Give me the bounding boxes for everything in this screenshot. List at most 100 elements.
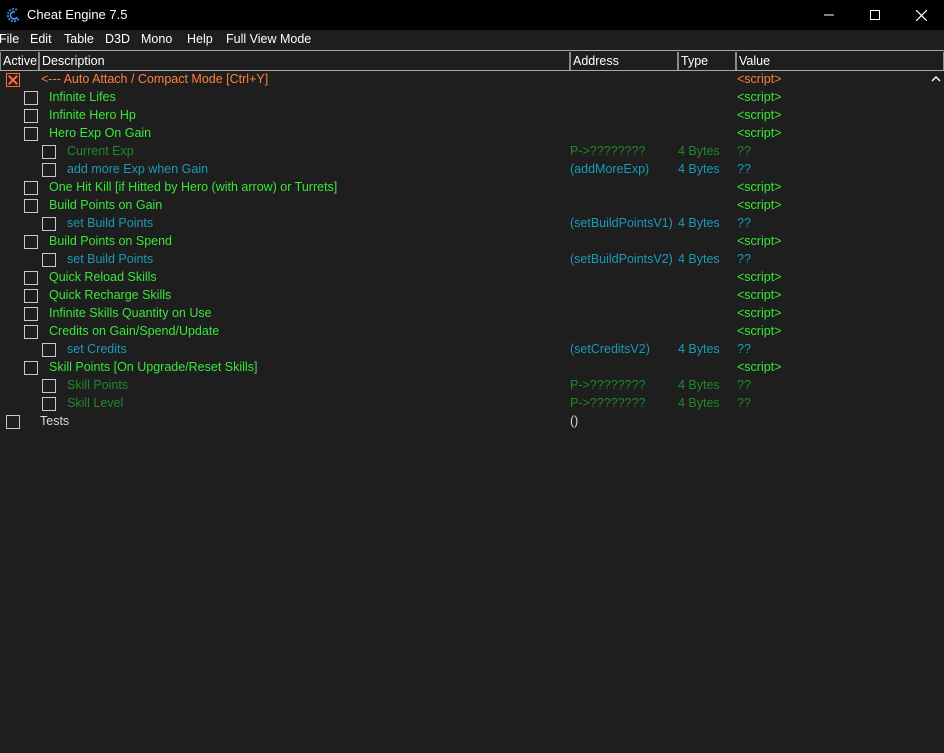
menu-help[interactable]: Help <box>187 30 213 51</box>
table-row[interactable]: Tests () <box>0 413 930 431</box>
active-checkbox[interactable] <box>42 217 56 231</box>
entry-value: <script> <box>737 72 782 86</box>
active-checkbox[interactable] <box>42 145 56 159</box>
entry-description: Quick Reload Skills <box>49 270 157 284</box>
cheat-table: <--- Auto Attach / Compact Mode [Ctrl+Y]… <box>0 71 930 431</box>
active-checkbox[interactable] <box>24 271 38 285</box>
menu-separator <box>0 50 944 51</box>
menu-mono[interactable]: Mono <box>141 30 172 51</box>
entry-value: ?? <box>737 342 751 356</box>
column-header-active[interactable]: Active <box>0 52 39 70</box>
menu-table[interactable]: Table <box>64 30 94 51</box>
entry-value: <script> <box>737 108 782 122</box>
minimize-icon <box>824 14 834 16</box>
scroll-up-chevron-icon[interactable] <box>930 72 942 86</box>
active-checkbox[interactable] <box>42 163 56 177</box>
minimize-button[interactable] <box>806 0 852 30</box>
entry-value: <script> <box>737 126 782 140</box>
entry-type: 4 Bytes <box>678 396 720 410</box>
entry-address: (setBuildPointsV1) <box>570 216 673 230</box>
menu-file[interactable]: File <box>0 30 19 51</box>
menu-edit[interactable]: Edit <box>30 30 52 51</box>
menu-d3d[interactable]: D3D <box>105 30 130 51</box>
entry-description: set Build Points <box>67 252 154 266</box>
active-checkbox[interactable] <box>24 127 38 141</box>
entry-address: P->???????? <box>570 144 646 158</box>
active-checkbox[interactable] <box>42 343 56 357</box>
entry-description: Tests <box>40 414 70 428</box>
table-row[interactable]: Infinite Skills Quantity on Use <script> <box>0 305 930 323</box>
entry-type: 4 Bytes <box>678 144 720 158</box>
active-checkbox[interactable] <box>24 235 38 249</box>
table-row[interactable]: set Build Points (setBuildPointsV1) 4 By… <box>0 215 930 233</box>
table-row[interactable]: Skill Points [On Upgrade/Reset Skills] <… <box>0 359 930 377</box>
entry-description: Quick Recharge Skills <box>49 288 172 302</box>
table-row[interactable]: Current Exp P->???????? 4 Bytes ?? <box>0 143 930 161</box>
active-checkbox[interactable] <box>6 73 20 87</box>
entry-type: 4 Bytes <box>678 162 720 176</box>
active-checkbox[interactable] <box>24 199 38 213</box>
window-title: Cheat Engine 7.5 <box>27 7 128 22</box>
entry-value: <script> <box>737 180 782 194</box>
table-row[interactable]: add more Exp when Gain (addMoreExp) 4 By… <box>0 161 930 179</box>
active-checkbox[interactable] <box>42 397 56 411</box>
table-row[interactable]: <--- Auto Attach / Compact Mode [Ctrl+Y]… <box>0 71 930 89</box>
active-checkbox[interactable] <box>24 325 38 339</box>
entry-value: ?? <box>737 162 751 176</box>
active-checkbox[interactable] <box>42 379 56 393</box>
table-row[interactable]: set Credits (setCreditsV2) 4 Bytes ?? <box>0 341 930 359</box>
entry-description: Build Points on Spend <box>49 234 173 248</box>
table-row[interactable]: Build Points on Gain <script> <box>0 197 930 215</box>
entry-value: ?? <box>737 216 751 230</box>
entry-description: One Hit Kill [if Hitted by Hero (with ar… <box>49 180 338 194</box>
maximize-button[interactable] <box>852 0 898 30</box>
entry-description: set Build Points <box>67 216 154 230</box>
active-checkbox[interactable] <box>24 307 38 321</box>
entry-description: Infinite Skills Quantity on Use <box>49 306 212 320</box>
entry-address: (setBuildPointsV2) <box>570 252 673 266</box>
entry-value: ?? <box>737 144 751 158</box>
cheat-table-header: Active Description Address Type Value <box>0 52 944 70</box>
table-row[interactable]: set Build Points (setBuildPointsV2) 4 By… <box>0 251 930 269</box>
active-checkbox[interactable] <box>6 415 20 429</box>
entry-description: Credits on Gain/Spend/Update <box>49 324 220 338</box>
table-row[interactable]: Quick Reload Skills <script> <box>0 269 930 287</box>
entry-value: ?? <box>737 396 751 410</box>
active-checkbox[interactable] <box>24 289 38 303</box>
table-row[interactable]: One Hit Kill [if Hitted by Hero (with ar… <box>0 179 930 197</box>
entry-value: ?? <box>737 252 751 266</box>
maximize-icon <box>870 10 880 20</box>
column-header-value[interactable]: Value <box>736 52 944 70</box>
entry-value: <script> <box>737 324 782 338</box>
table-row[interactable]: Hero Exp On Gain <script> <box>0 125 930 143</box>
table-row[interactable]: Credits on Gain/Spend/Update <script> <box>0 323 930 341</box>
table-row[interactable]: Skill Points P->???????? 4 Bytes ?? <box>0 377 930 395</box>
entry-address: (addMoreExp) <box>570 162 650 176</box>
table-row[interactable]: Quick Recharge Skills <script> <box>0 287 930 305</box>
column-header-description[interactable]: Description <box>39 52 570 70</box>
menu-full-view-mode[interactable]: Full View Mode <box>226 30 311 51</box>
entry-value: <script> <box>737 360 782 374</box>
active-checkbox[interactable] <box>24 109 38 123</box>
entry-description: Infinite Hero Hp <box>49 108 136 122</box>
entry-value: <script> <box>737 306 782 320</box>
table-row[interactable]: Infinite Lifes <script> <box>0 89 930 107</box>
table-row[interactable]: Infinite Hero Hp <script> <box>0 107 930 125</box>
close-button[interactable] <box>898 0 944 30</box>
cheat-engine-logo-icon <box>6 7 20 23</box>
entry-value: ?? <box>737 378 751 392</box>
column-header-type[interactable]: Type <box>678 52 736 70</box>
title-bar: Cheat Engine 7.5 <box>0 0 944 30</box>
table-row[interactable]: Build Points on Spend <script> <box>0 233 930 251</box>
table-row[interactable]: Skill Level P->???????? 4 Bytes ?? <box>0 395 930 413</box>
entry-description: Skill Points [On Upgrade/Reset Skills] <box>49 360 258 374</box>
entry-type: 4 Bytes <box>678 216 720 230</box>
active-checkbox[interactable] <box>24 91 38 105</box>
column-header-address[interactable]: Address <box>570 52 678 70</box>
entry-description: Build Points on Gain <box>49 198 163 212</box>
active-checkbox[interactable] <box>24 181 38 195</box>
active-checkbox[interactable] <box>24 361 38 375</box>
entry-description: Hero Exp On Gain <box>49 126 152 140</box>
active-checkbox[interactable] <box>42 253 56 267</box>
menu-bar: File Edit Table D3D Mono Help Full View … <box>0 30 944 50</box>
